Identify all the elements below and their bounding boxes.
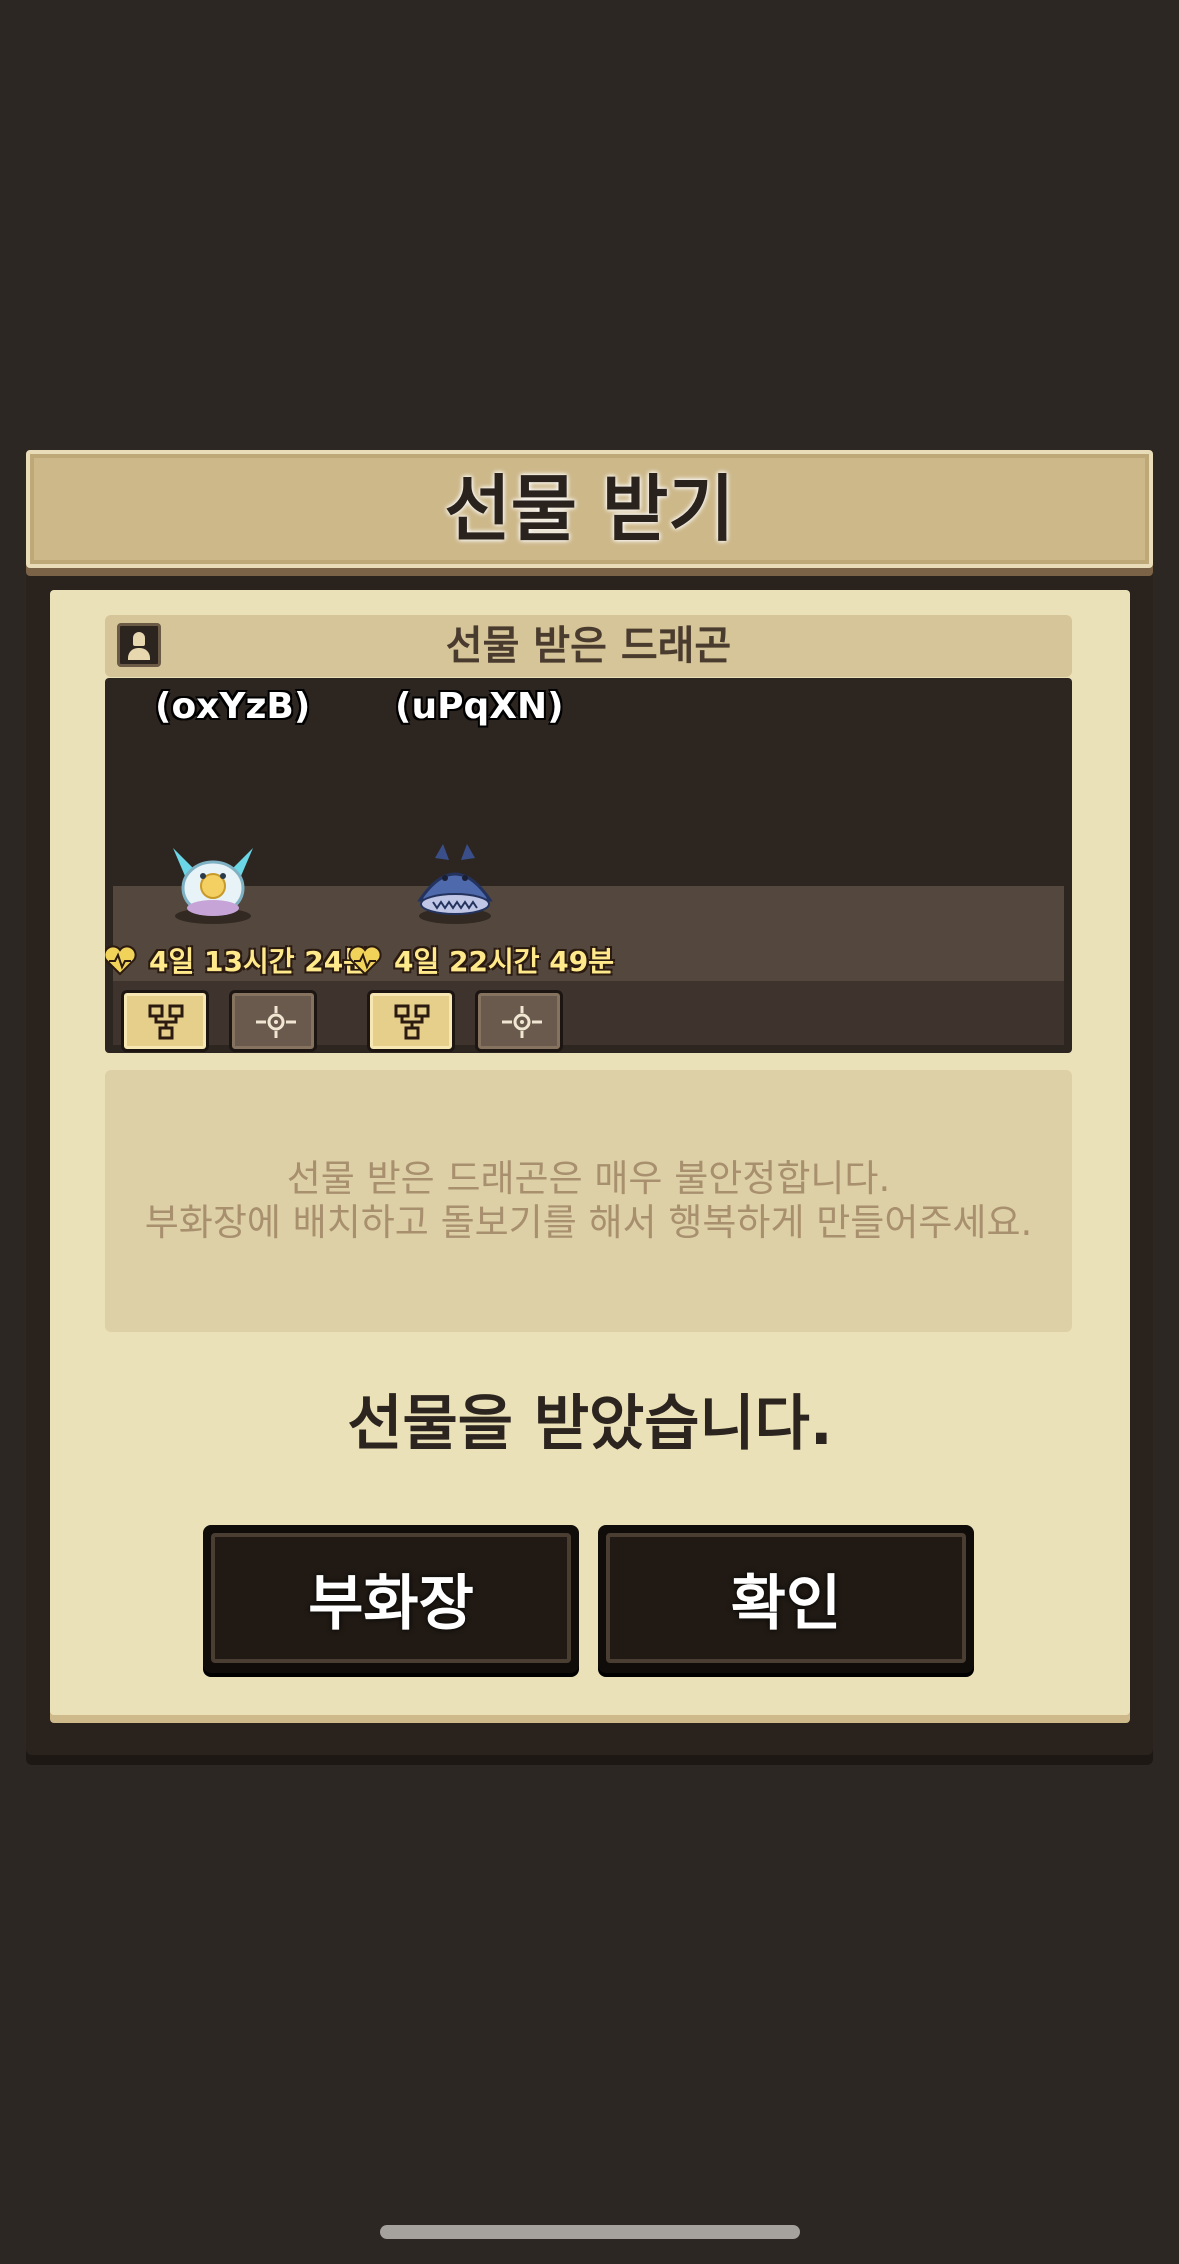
dragon-timer-1-text: 4일 13시간 24분 [149,945,369,978]
family-tree-icon [394,1004,430,1040]
notice-line-1: 선물 받은 드래곤은 매우 불안정합니다. [286,1157,891,1200]
family-tree-button-2[interactable] [367,990,455,1052]
family-tree-button-1[interactable] [121,990,209,1052]
dragon-timer-1: 4일 13시간 24분 [105,940,369,980]
family-tree-icon [148,1004,184,1040]
hatchery-button-label: 부화장 [308,1568,474,1639]
received-message: 선물을 받았습니다. [347,1389,833,1459]
gear-compass-icon [502,1006,542,1038]
hatchery-button[interactable]: 부화장 [203,1525,579,1673]
section-header: 선물 받은 드래곤 [105,615,1072,677]
notice-box: 선물 받은 드래곤은 매우 불안정합니다. 부화장에 배치하고 돌보기를 해서 … [105,1070,1072,1332]
dragon-name-1: (oxYzB) [155,686,311,727]
heart-pulse-icon [105,945,137,976]
heart-pulse-icon [348,945,382,976]
section-header-label: 선물 받은 드래곤 [445,623,732,669]
notice-line-2: 부화장에 배치하고 돌보기를 해서 행복하게 만들어주세요. [144,1201,1033,1244]
home-indicator[interactable] [380,2225,800,2239]
dialog-title: 선물 받기 [444,467,735,551]
settings-button-1[interactable] [229,990,317,1052]
dragon-name-2: (uPqXN) [395,686,564,727]
title-bar: 선물 받기 [26,450,1153,568]
confirm-button[interactable]: 확인 [598,1525,974,1673]
dragon-timer-2: 4일 22시간 49분 [348,940,614,980]
confirm-button-label: 확인 [730,1568,842,1639]
gear-compass-icon [256,1006,296,1038]
dragon-sprite-2[interactable] [405,838,505,928]
settings-button-2[interactable] [475,990,563,1052]
dragon-timer-2-text: 4일 22시간 49분 [394,945,614,978]
dialog-panel: 선물 받은 드래곤 (oxYzB) 4일 13시간 24분 (uPqXN) 4일… [50,590,1130,1715]
dragon-sprite-1[interactable] [163,838,263,928]
dragon-list: (oxYzB) 4일 13시간 24분 (uPqXN) 4일 22시간 49분 [105,678,1072,1053]
